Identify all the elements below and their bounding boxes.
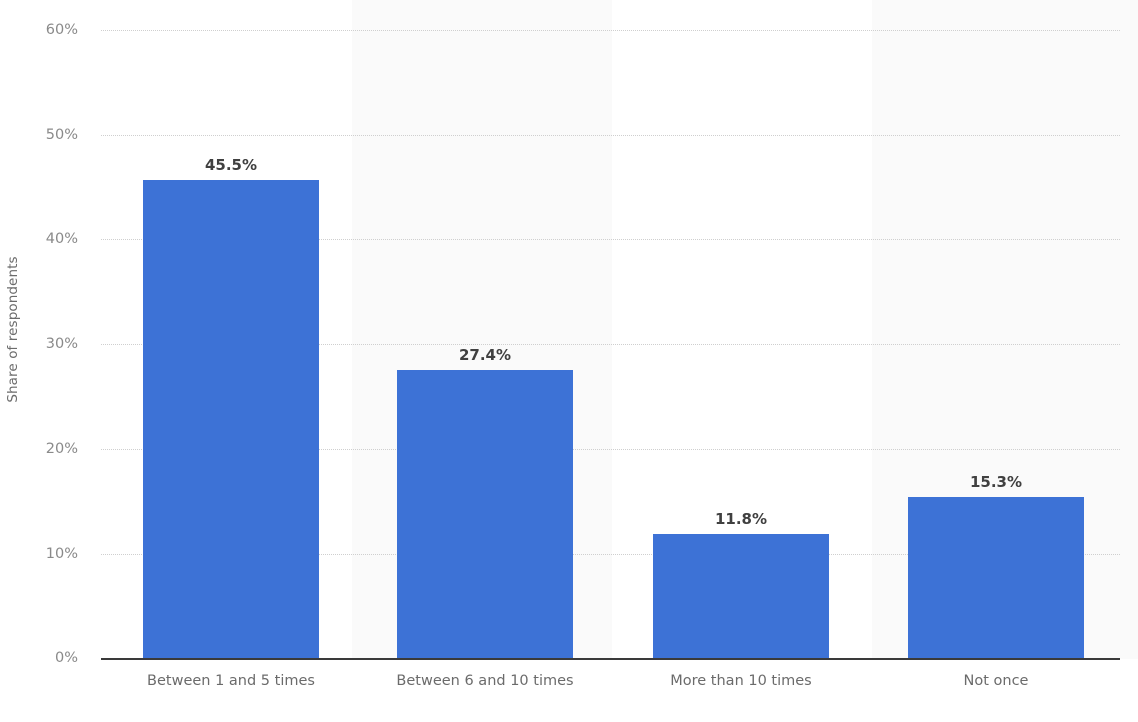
x-axis-tick-label-1: Between 6 and 10 times [396, 673, 574, 689]
bar-value-label-3: 15.3% [969, 473, 1023, 491]
bar-value-label-2: 11.8% [714, 510, 768, 528]
bar-1[interactable] [397, 370, 573, 658]
bar-value-label-1: 27.4% [458, 346, 512, 364]
x-axis-line [101, 658, 1120, 660]
x-axis-tick-label-0: Between 1 and 5 times [147, 673, 315, 689]
bar-value-label-0: 45.5% [204, 156, 258, 174]
bar-chart: Share of respondents 60% 50% 40% 30% 20%… [0, 0, 1138, 722]
bars-layer: 45.5% 27.4% 11.8% 15.3% [0, 0, 1138, 659]
bar-3[interactable] [908, 497, 1084, 658]
x-axis-tick-label-2: More than 10 times [670, 673, 812, 689]
bar-0[interactable] [143, 180, 319, 658]
x-axis-tick-label-3: Not once [963, 673, 1029, 689]
bar-2[interactable] [653, 534, 829, 658]
